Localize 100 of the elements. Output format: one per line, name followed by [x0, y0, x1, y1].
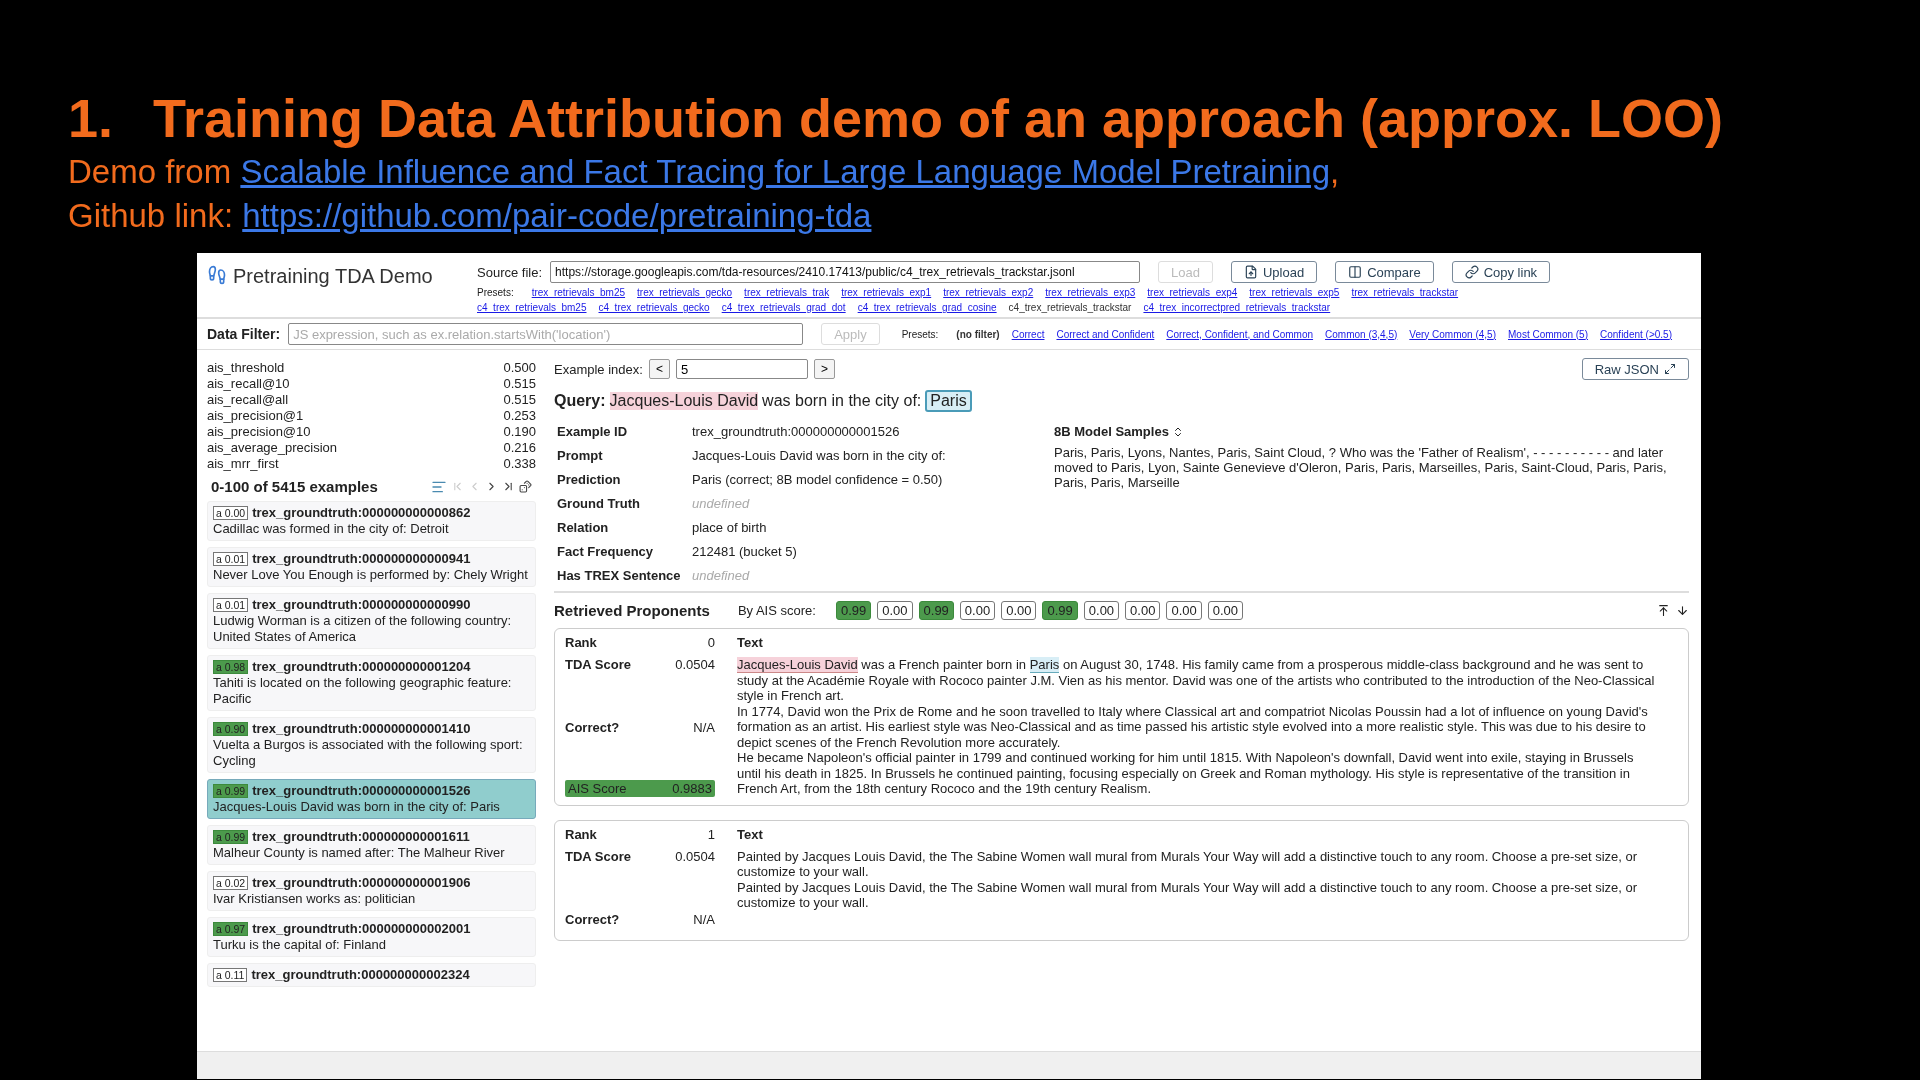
proponent-paragraph: Jacques-Louis David was a French painter born in Paris on August 30, 1748. His family came from a prosperous middle-class background and he was sent to study at the Académie Royale with Rococo painter J.M. Vien as his mentor. David was one of the artists who contributed to the introduction of the Neo-Classical style in French art.	[737, 657, 1656, 704]
metric-name: ais_precision@10	[207, 424, 311, 440]
preset-link[interactable]: trex_retrievals_exp2	[943, 287, 1034, 298]
score-pill[interactable]: 0.99	[835, 601, 872, 620]
example-item[interactable]: a 0.90 trex_groundtruth:000000000001410 Vuelta a Burgos is associated with the following sport: Cycling	[207, 717, 536, 773]
query-text: was born in the city of:	[762, 392, 922, 410]
preset-link[interactable]: trex_retrievals_exp4	[1147, 287, 1238, 298]
score-pill[interactable]: 0.00	[959, 601, 996, 620]
upload-button[interactable]: Upload	[1230, 261, 1318, 283]
correct-label: Correct?	[565, 911, 620, 929]
filter-preset-link[interactable]: Correct	[1011, 328, 1045, 340]
example-text: Never Love You Enough is performed by: Chely Wright	[213, 567, 529, 583]
previous-button[interactable]: <	[648, 359, 670, 379]
example-index-field[interactable]: 5	[675, 359, 808, 379]
filter-preset-link[interactable]: Most Common (5)	[1508, 328, 1588, 340]
proponent-paragraph: Painted by Jacques Louis David, the The Sabine Women wall mural from Murals Your Way will add a distinctive touch to any room. Choose a pre-set size, or customize to your wall.	[737, 879, 1639, 911]
examples-count: 0-100 of 5415 examples	[211, 478, 378, 495]
filter-preset-link[interactable]: Correct, Confident, and Common	[1166, 328, 1314, 340]
preset-link[interactable]: c4_trex_retrievals_grad_cosine	[857, 302, 997, 313]
preset-link[interactable]: trex_retrievals_bm25	[531, 287, 626, 298]
score-pill[interactable]: 0.00	[877, 601, 913, 620]
metric-value: 0.515	[503, 392, 536, 408]
example-item[interactable]: a 0.00 trex_groundtruth:000000000000862 Cadillac was formed in the city of: Detroit	[207, 501, 536, 541]
footprints-icon	[207, 265, 227, 285]
example-text: Cadillac was formed in the city of: Detroit	[213, 521, 450, 537]
preset-link[interactable]: c4_trex_retrievals_trackstar	[1008, 302, 1132, 313]
field-label: Has TREX Sentence	[557, 568, 682, 583]
tda-score-value: 0.0504	[675, 848, 715, 866]
field-label: Fact Frequency	[557, 544, 655, 559]
field-label: Prediction	[557, 472, 622, 487]
preset-link[interactable]: trex_retrievals_trackstar	[1351, 287, 1459, 298]
score-pill[interactable]: 0.00	[1083, 601, 1120, 620]
compare-button[interactable]: Compare	[1335, 261, 1434, 283]
source-file-field[interactable]: https://storage.googleapis.com/tda-resources/2410.17413/public/c4_trex_retrievals_trackstar.jsonl	[550, 261, 1141, 283]
score-badge: a 0.11	[213, 968, 248, 982]
by-ais-label: By AIS score:	[737, 603, 816, 618]
example-id: trex_groundtruth:000000000001906	[252, 875, 471, 890]
filter-preset-link[interactable]: (no filter)	[956, 328, 1000, 340]
score-badge: a 0.02	[213, 876, 249, 890]
metric-name: ais_mrr_first	[207, 456, 279, 472]
preset-link[interactable]: c4_trex_retrievals_grad_dot	[721, 302, 846, 313]
tda-score-label: TDA Score	[565, 657, 631, 674]
field-value: undefined	[692, 496, 751, 511]
score-pill[interactable]: 0.00	[1125, 601, 1161, 620]
example-item[interactable]: a 0.11 trex_groundtruth:000000000002324	[207, 963, 536, 987]
dice-icon[interactable]	[519, 480, 532, 493]
expand-icon	[1664, 363, 1676, 375]
raw-json-button[interactable]: Raw JSON	[1581, 358, 1689, 380]
slide-title-number: 1.	[68, 87, 114, 150]
filter-presets-label: Presets:	[901, 328, 939, 340]
preset-link[interactable]: trex_retrievals_gecko	[637, 287, 733, 298]
correct-value: N/A	[693, 911, 715, 929]
example-text: Turku is the capital of: Finland	[213, 937, 387, 953]
preset-link[interactable]: trex_retrievals_trak	[744, 287, 830, 298]
example-index-label: Example index:	[554, 361, 643, 377]
samples-title: 8B Model Samples	[1054, 424, 1169, 439]
score-pill[interactable]: 0.00	[1166, 601, 1202, 620]
example-item[interactable]: a 0.98 trex_groundtruth:000000000001204 Tahiti is located on the following geographic feature: Pacific	[207, 655, 536, 711]
subtitle-label: Github link:	[68, 196, 235, 236]
example-id: trex_groundtruth:000000000001611	[252, 829, 470, 844]
metric-value: 0.515	[503, 376, 536, 392]
example-text: Ivar Kristiansen works as: politician	[213, 891, 417, 907]
example-item[interactable]: a 0.01 trex_groundtruth:000000000000990 Ludwig Worman is a citizen of the following country: United States of America	[207, 593, 536, 649]
scroll-down-icon[interactable]	[1676, 604, 1689, 617]
score-pill[interactable]: 0.00	[1207, 601, 1244, 620]
score-badge: a 0.98	[213, 660, 249, 674]
filter-preset-link[interactable]: Correct and Confident	[1056, 328, 1155, 340]
ais-score-label: AIS Score	[568, 780, 627, 796]
metric-value: 0.500	[503, 360, 536, 376]
filter-preset-link[interactable]: Common (3,4,5)	[1325, 328, 1398, 340]
example-item[interactable]: a 0.01 trex_groundtruth:000000000000941 Never Love You Enough is performed by: Chely Wright	[207, 547, 536, 587]
score-pill[interactable]: 0.00	[1001, 601, 1037, 620]
preset-link[interactable]: c4_trex_incorrectpred_retrievals_trackstar	[1143, 302, 1331, 313]
example-item[interactable]: a 0.02 trex_groundtruth:000000000001906 Ivar Kristiansen works as: politician	[207, 871, 536, 911]
example-item[interactable]: a 0.99 trex_groundtruth:000000000001611 Malheur County is named after: The Malheur River	[207, 825, 536, 865]
preset-link[interactable]: trex_retrievals_exp3	[1045, 287, 1136, 298]
example-item[interactable]: a 0.99 trex_groundtruth:000000000001526 Jacques-Louis David was born in the city of: Paris	[207, 779, 536, 819]
preset-link[interactable]: c4_trex_retrievals_gecko	[598, 302, 710, 313]
filter-field[interactable]: JS expression, such as ex.relation.startsWith('location')	[288, 323, 804, 345]
score-pill[interactable]: 0.99	[1042, 601, 1078, 620]
filter-preset-link[interactable]: Confident (>0.5)	[1600, 328, 1672, 340]
tda-score-label: TDA Score	[565, 848, 631, 866]
preset-link[interactable]: trex_retrievals_exp5	[1249, 287, 1340, 298]
score-pill[interactable]: 0.99	[918, 601, 954, 620]
example-id: trex_groundtruth:000000000000862	[252, 505, 471, 520]
samples-text: Paris, Paris, Lyons, Nantes, Paris, Saint Cloud, ? Who was the 'Father of Realism', - - - - - - - - - - and later moved to Paris, Lyon, Sainte Genevieve d'Oleron, Paris, Paris, Marseilles, Paris, Saint-Cloud, Paris, Paris, Paris, Paris, Marseille	[1054, 445, 1668, 490]
subtitle-link[interactable]: Scalable Influence and Fact Tracing for Large Language Model Pretraining	[240, 150, 1331, 194]
presets-label: Presets:	[477, 287, 514, 298]
subtitle-link[interactable]: https://github.com/pair-code/pretraining-tda	[242, 194, 872, 238]
next-button[interactable]: >	[813, 359, 835, 379]
example-item[interactable]: a 0.97 trex_groundtruth:000000000002001 Turku is the capital of: Finland	[207, 917, 536, 957]
scroll-top-icon[interactable]	[1657, 604, 1670, 617]
score-badge: a 0.00	[213, 506, 249, 520]
filter-preset-link[interactable]: Very Common (4,5)	[1409, 328, 1496, 340]
field-value: trex_groundtruth:000000000001526	[692, 424, 901, 439]
last-page-icon[interactable]	[502, 480, 515, 493]
preset-link[interactable]: trex_retrievals_exp1	[841, 287, 932, 298]
preset-link[interactable]: c4_trex_retrievals_bm25	[477, 302, 587, 313]
link-button[interactable]: Copy link	[1451, 261, 1551, 283]
field-label: Relation	[557, 520, 610, 535]
